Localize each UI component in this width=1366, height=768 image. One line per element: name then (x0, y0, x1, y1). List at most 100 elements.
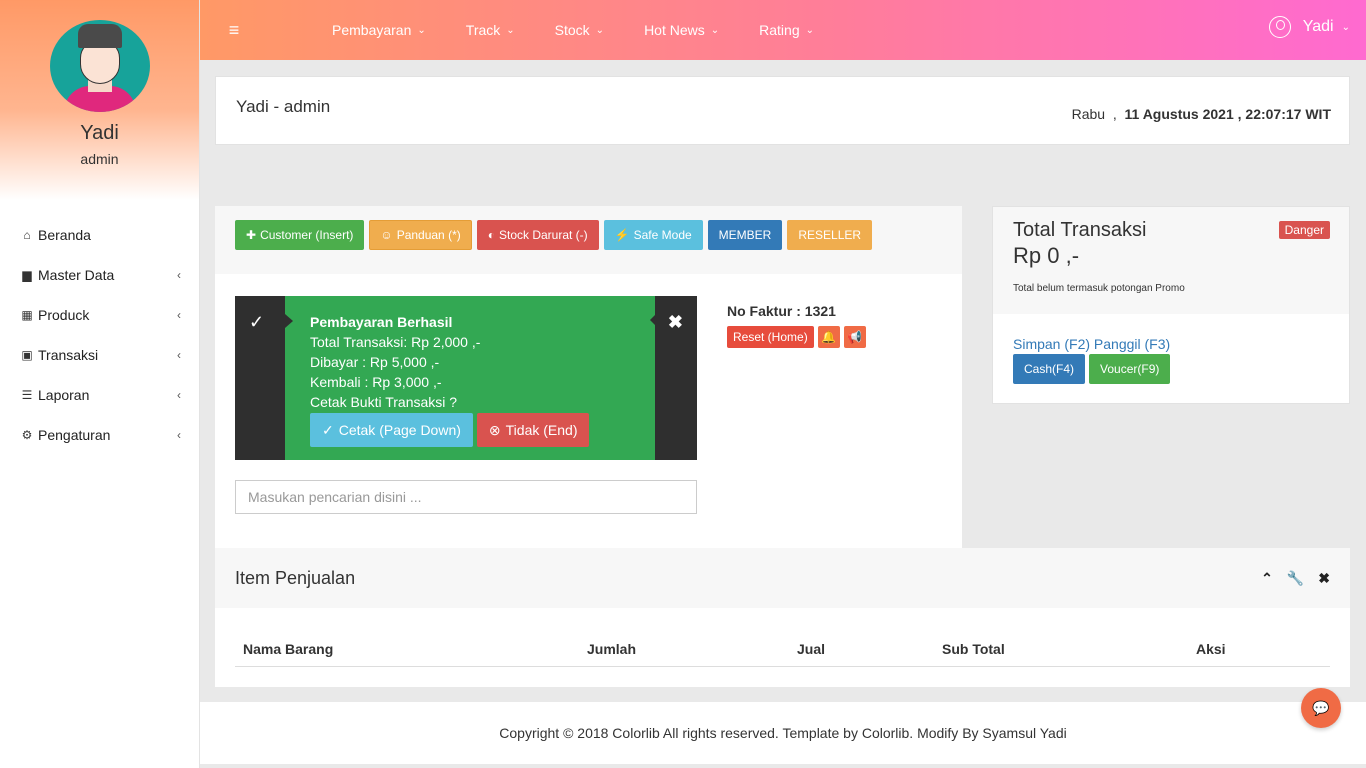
sidebar-item-produck[interactable]: ▦ Produck ‹ (0, 295, 199, 335)
close-icon[interactable]: ✖ (1318, 570, 1330, 587)
sidebar-item-label: Produck (38, 307, 90, 323)
invoice-number: No Faktur : 1321 (727, 303, 836, 319)
action-toolbar: ✚ Customer (Insert) ☺ Panduan (*) ◐ Stock D… (215, 206, 962, 274)
nav-label: Hot News (644, 22, 705, 38)
chevron-left-icon: ‹ (177, 388, 181, 402)
chevron-left-icon: ‹ (177, 308, 181, 322)
sidebar-item-master-data[interactable]: ▆ Master Data ‹ (0, 255, 199, 295)
chevron-left-icon: ‹ (177, 268, 181, 282)
profile-role: admin (80, 151, 119, 167)
sidebar-item-label: Pengaturan (38, 427, 111, 443)
close-icon[interactable]: ✖ (668, 312, 683, 333)
summary-header: Total Transaksi Rp 0 ,- Total belum term… (993, 207, 1349, 314)
column-header: Sub Total (942, 641, 1005, 657)
profile-panel: Yadi admin (0, 0, 199, 200)
save-link[interactable]: Simpan (F2) (1013, 336, 1090, 352)
grid-icon: ▦ (21, 308, 33, 322)
list-icon: ☰ (21, 388, 33, 402)
day-label: Rabu (1071, 106, 1106, 122)
user-icon (1268, 16, 1291, 38)
sales-items-title: Item Penjualan (235, 567, 356, 588)
invoice-actions: Reset (Home) 🔔 📢 (727, 326, 866, 348)
payment-success-notification: ✓ Pembayaran Berhasil Total Transaksi: R… (235, 296, 697, 460)
customer-insert-button[interactable]: ✚ Customer (Insert) (235, 220, 365, 250)
notification-actions: ✓ Cetak (Page Down) ⊗ Tidak (End) (310, 413, 630, 447)
button-label: RESELLER (798, 228, 862, 242)
member-button[interactable]: MEMBER (707, 220, 783, 250)
bell-icon[interactable]: 🔔 (817, 326, 840, 348)
sidebar-item-pengaturan[interactable]: ⚙ Pengaturan ‹ (0, 415, 199, 455)
date-time: Rabu , 11 Agustus 2021 , 22:07:17 WIT (1072, 106, 1331, 122)
check-icon: ✓ (322, 421, 334, 438)
summary-amount: Rp 0 ,- (1013, 243, 1080, 268)
date-time-value: 11 Agustus 2021 , 22:07:17 WIT (1124, 106, 1331, 122)
panduan-button[interactable]: ☺ Panduan (*) (369, 220, 472, 250)
chevron-left-icon: ‹ (177, 348, 181, 362)
chevron-down-icon: ⌄ (1341, 21, 1350, 33)
top-navbar: ≡ Pembayaran ⌄ Track ⌄ Stock ⌄ Hot News ⌄ Ra… (200, 0, 1366, 60)
nav-stock[interactable]: Stock ⌄ (555, 22, 604, 38)
chevron-down-icon: ⌄ (710, 24, 720, 36)
sidebar: Yadi admin ⌂ Beranda ▆ Master Data ‹ ▦ P… (0, 0, 200, 768)
chevron-down-icon: ⌄ (805, 24, 814, 36)
sidebar-item-label: Master Data (38, 267, 115, 283)
notification-question: Cetak Bukti Transaksi ? (310, 394, 458, 410)
button-label: MEMBER (718, 228, 772, 242)
danger-badge: Danger (1278, 221, 1330, 239)
sidebar-item-beranda[interactable]: ⌂ Beranda (0, 215, 199, 255)
check-icon: ✓ (249, 312, 265, 332)
chevron-down-icon: ⌄ (595, 24, 605, 36)
user-menu[interactable]: Yadi ⌄ (1268, 16, 1350, 38)
button-label: Customer (Insert) (260, 228, 354, 242)
notification-paid: Dibayar : Rp 5,000 ,- (310, 354, 440, 370)
home-icon: ⌂ (23, 228, 31, 242)
sales-items-header: Item Penjualan ⌃ 🔧 ✖ (215, 548, 1350, 608)
nav-pembayaran[interactable]: Pembayaran ⌄ (332, 22, 426, 38)
search-input[interactable] (235, 480, 697, 514)
footer-text: Copyright © 2018 Colorlib All rights res… (499, 725, 1067, 741)
bolt-icon: ⚡ (614, 228, 630, 242)
sidebar-item-label: Laporan (38, 387, 90, 403)
bullhorn-icon[interactable]: 📢 (843, 326, 866, 348)
nav-label: Stock (554, 22, 590, 38)
transaction-panel: ✚ Customer (Insert) ☺ Panduan (*) ◐ Stock D… (215, 206, 962, 548)
safe-mode-button[interactable]: ⚡ Safe Mode (603, 220, 703, 250)
notification-change: Kembali : Rp 3,000 ,- (310, 374, 442, 390)
voucher-button[interactable]: Voucer(F9) (1089, 354, 1171, 384)
sidebar-item-laporan[interactable]: ☰ Laporan ‹ (0, 375, 199, 415)
top-nav: Pembayaran ⌄ Track ⌄ Stock ⌄ Hot News ⌄ Rati… (332, 22, 854, 38)
column-header: Jumlah (587, 641, 637, 657)
nav-rating[interactable]: Rating ⌄ (759, 22, 814, 38)
chevron-down-icon: ⌄ (417, 24, 426, 36)
nav-hot-news[interactable]: Hot News ⌄ (644, 22, 719, 38)
page-title: Yadi - admin (236, 97, 331, 116)
wrench-icon[interactable]: 🔧 (1287, 570, 1304, 587)
button-label: Panduan (*) (396, 228, 461, 242)
chevron-down-icon: ⌄ (506, 24, 515, 36)
button-label: Tidak (End) (505, 422, 578, 438)
smile-icon: ☺ (380, 228, 393, 242)
briefcase-icon: ▆ (22, 268, 32, 282)
column-header: Nama Barang (243, 641, 334, 657)
nav-track[interactable]: Track ⌄ (466, 22, 515, 38)
notification-total: Total Transaksi: Rp 2,000 ,- (310, 334, 481, 350)
no-print-button[interactable]: ⊗ Tidak (End) (476, 413, 590, 447)
transaction-summary: Total Transaksi Rp 0 ,- Total belum term… (992, 206, 1350, 404)
gear-icon: ⚙ (21, 428, 33, 442)
sidebar-item-label: Transaksi (38, 347, 99, 363)
column-header: Jual (797, 641, 826, 657)
money-icon: ▣ (21, 348, 33, 362)
print-receipt-button[interactable]: ✓ Cetak (Page Down) (310, 413, 473, 447)
payment-buttons: Cash(F4) Voucer(F9) (993, 354, 1349, 384)
collapse-icon[interactable]: ⌃ (1261, 570, 1273, 587)
reseller-button[interactable]: RESELLER (787, 220, 873, 250)
recall-link[interactable]: Panggil (F3) (1094, 336, 1170, 352)
sidebar-item-transaksi[interactable]: ▣ Transaksi ‹ (0, 335, 199, 375)
nav-label: Rating (759, 22, 800, 38)
chat-icon[interactable]: 💬 (1301, 688, 1341, 728)
reset-home-button[interactable]: Reset (Home) (727, 326, 814, 348)
stock-darurat-button[interactable]: ◐ Stock Darurat (-) (476, 220, 599, 250)
cash-button[interactable]: Cash(F4) (1013, 354, 1086, 384)
notification-title: Pembayaran Berhasil (310, 314, 453, 330)
menu-toggle-icon[interactable]: ≡ (200, 20, 268, 41)
